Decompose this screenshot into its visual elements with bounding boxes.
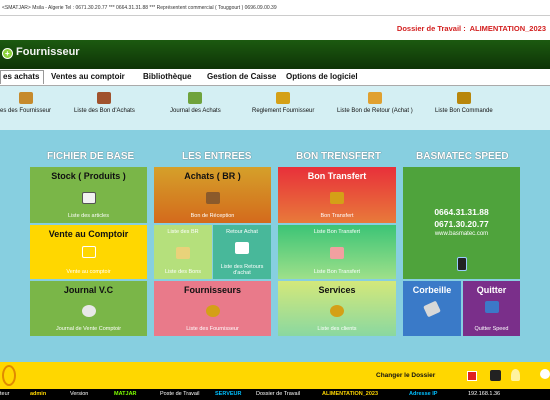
settings-people-icon	[330, 305, 344, 317]
return-orders-icon	[367, 92, 382, 104]
toolbar-suppliers-button[interactable]: es des Fournisseur	[0, 92, 51, 114]
menu-achats[interactable]: es achats	[0, 70, 45, 84]
status-folder-label: Dossier de Travail	[256, 391, 301, 397]
app-logo-icon	[2, 365, 16, 386]
tile-basmatec-speed[interactable]: 0664.31.31.88 0671.30.20.77 www.basmatec…	[403, 167, 520, 279]
phone-icon	[456, 257, 467, 271]
shopping-cart-icon	[81, 246, 96, 258]
tile-bon-transfert[interactable]: Bon Transfert Bon Transfert	[278, 167, 396, 223]
tile-services[interactable]: Services Liste des clients	[278, 281, 396, 336]
menu-ventes-comptoir[interactable]: Ventes au comptoir	[51, 72, 125, 81]
changer-dossier-button[interactable]: Changer le Dossier	[376, 372, 435, 379]
column-title-speed: BASMATEC SPEED	[416, 151, 509, 162]
transfer-icon	[330, 192, 344, 204]
status-user-value: admin	[30, 391, 47, 397]
exit-icon	[484, 301, 499, 313]
supplier-payment-icon	[276, 92, 291, 104]
status-user-label: teur	[0, 391, 10, 397]
menu-bibliotheque[interactable]: Bibliothèque	[143, 72, 191, 81]
order-list-icon	[456, 92, 471, 104]
column-title-transfert: BON TRENSFERT	[296, 151, 381, 162]
clock-icon	[81, 305, 96, 317]
module-banner: + Fournisseur	[0, 40, 550, 69]
purchase-journal-icon	[188, 92, 203, 104]
tile-stock[interactable]: Stock ( Produits ) Liste des articles	[30, 167, 147, 223]
suppliers-icon	[18, 92, 33, 104]
tile-journal-vc[interactable]: Journal V.C Journal de Vente Comptoir	[30, 281, 147, 336]
purchase-orders-icon	[97, 92, 112, 104]
page-title: Fournisseur	[16, 46, 80, 58]
status-ip-value: 192.168.1.36	[468, 391, 501, 397]
status-workstation-value: SERVEUR	[215, 391, 242, 397]
status-ip-label: Adresse IP	[409, 391, 438, 397]
header: Dossier de Travail : ALIMENTATION_2023	[0, 16, 550, 40]
tile-liste-br[interactable]: Liste des BR Liste des Bons	[154, 225, 212, 279]
menu-gestion-caisse[interactable]: Gestion de Caisse	[207, 72, 276, 81]
toolbar-order-list-button[interactable]: Liste Bon Commande	[435, 92, 493, 114]
eraser-icon	[423, 300, 441, 318]
status-version-label: Version	[70, 391, 89, 397]
settings-icon[interactable]	[490, 370, 501, 381]
boxes-icon	[81, 192, 96, 204]
menu-options-logiciel[interactable]: Options de logiciel	[286, 72, 358, 81]
toolbar-purchase-orders-button[interactable]: Liste des Bon d'Achats	[74, 92, 135, 114]
return-icon	[235, 242, 249, 254]
status-folder-value: ALIMENTATION_2023	[322, 391, 379, 397]
status-version-value: MATJAR	[114, 391, 137, 397]
tile-quitter[interactable]: Quitter Quitter Speed	[463, 281, 520, 336]
status-workstation-label: Poste de Travail	[160, 391, 200, 397]
toolbar: es des Fournisseur Liste des Bon d'Achat…	[0, 86, 550, 130]
supplier-logo-icon: +	[2, 48, 13, 59]
tile-liste-bon-transfert[interactable]: Liste Bon Transfert Liste Bon Transfert	[278, 225, 396, 279]
tile-corbeille[interactable]: Corbeille	[403, 281, 461, 336]
folder-change-icon[interactable]	[467, 371, 477, 381]
column-title-fichier: FICHIER DE BASE	[47, 151, 135, 162]
list-icon	[176, 247, 190, 259]
lightbulb-icon[interactable]	[511, 369, 520, 381]
toolbar-purchase-journal-button[interactable]: Journal des Achats	[170, 92, 221, 114]
tile-fournisseurs[interactable]: Fournisseurs Liste des Fournisseur	[154, 281, 271, 336]
tile-retour-achat[interactable]: Retour Achat Liste des Retours d'achat	[213, 225, 271, 279]
supplier-person-icon	[205, 305, 220, 317]
toolbar-return-orders-button[interactable]: Liste Bon de Retour (Achat )	[337, 92, 413, 114]
working-folder-label: Dossier de Travail : ALIMENTATION_2023	[396, 24, 546, 33]
footer-bar: Changer le Dossier	[0, 362, 550, 389]
transfer-list-icon	[330, 247, 344, 259]
tile-vente-comptoir[interactable]: Vente au Comptoir Vente au comptoir	[30, 225, 147, 279]
receipt-box-icon	[205, 192, 220, 204]
column-title-entrees: LES ENTREES	[182, 151, 252, 162]
menu-bar: es achats Ventes au comptoir Bibliothèqu…	[0, 69, 550, 86]
window-titlebar: <SMATJAR> Msila - Algerie Tel : 0671.30.…	[0, 0, 550, 16]
status-bar: teur admin Version MATJAR Poste de Trava…	[0, 389, 550, 400]
toolbar-supplier-payment-button[interactable]: Reglement Fournisseur	[252, 92, 314, 114]
gear-icon[interactable]	[540, 369, 550, 379]
tile-achats-br[interactable]: Achats ( BR ) Bon de Réception	[154, 167, 271, 223]
